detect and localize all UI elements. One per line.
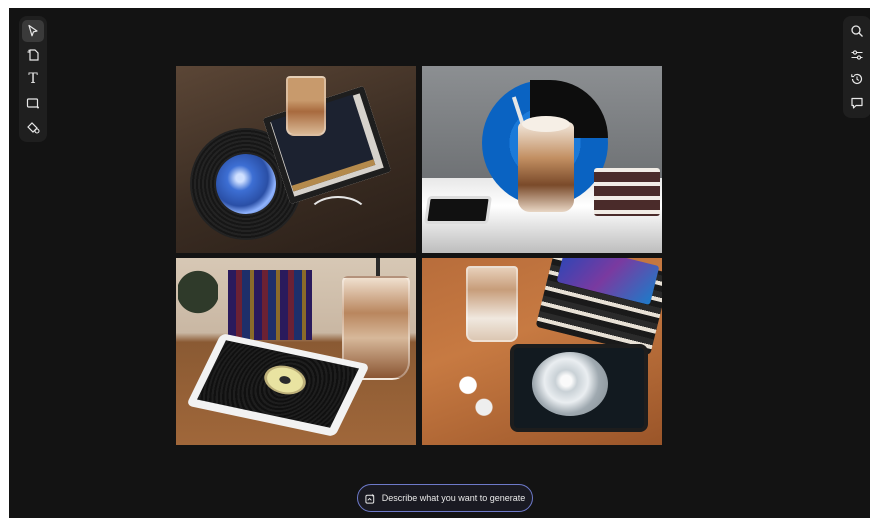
generated-image-3[interactable] bbox=[176, 258, 416, 445]
generate-prompt-button[interactable]: Describe what you want to generate bbox=[357, 484, 533, 512]
comments-button[interactable] bbox=[846, 92, 868, 114]
generated-image-2[interactable] bbox=[422, 66, 662, 253]
tablet bbox=[424, 196, 492, 224]
generated-image-grid bbox=[176, 66, 662, 445]
history-button[interactable] bbox=[846, 68, 868, 90]
book-stack bbox=[594, 168, 660, 216]
pointer-arrow-icon bbox=[28, 24, 38, 37]
sliders-icon bbox=[851, 50, 863, 60]
generated-image-1[interactable] bbox=[176, 66, 416, 253]
coffee-cup bbox=[286, 76, 326, 136]
comment-icon bbox=[851, 97, 863, 109]
generate-icon bbox=[365, 493, 375, 504]
prompt-label: Describe what you want to generate bbox=[381, 493, 526, 503]
book-row bbox=[228, 270, 312, 340]
earbuds bbox=[456, 372, 496, 416]
rectangle-icon bbox=[26, 98, 39, 109]
plant bbox=[178, 264, 218, 334]
earphone-cable bbox=[306, 196, 370, 240]
coffee-cup bbox=[518, 122, 574, 212]
generated-image-4[interactable] bbox=[422, 258, 662, 445]
fill-tool-button[interactable] bbox=[22, 116, 44, 138]
left-toolbar: T bbox=[19, 16, 47, 142]
search-button[interactable] bbox=[846, 20, 868, 42]
history-icon bbox=[851, 73, 863, 85]
select-tool-button[interactable] bbox=[22, 20, 44, 42]
paint-bucket-icon bbox=[27, 122, 40, 134]
right-toolbar bbox=[843, 16, 870, 118]
text-tool-icon: T bbox=[28, 71, 38, 87]
shape-tool-button[interactable] bbox=[22, 92, 44, 114]
record-label bbox=[216, 154, 276, 214]
search-icon bbox=[851, 25, 863, 37]
coffee-foam bbox=[522, 116, 570, 132]
image-gen-icon bbox=[27, 49, 39, 61]
swirl-artwork bbox=[532, 352, 608, 416]
text-tool-button[interactable]: T bbox=[22, 68, 44, 90]
adjustments-button[interactable] bbox=[846, 44, 868, 66]
coffee-cup bbox=[466, 266, 518, 342]
generate-image-tool-button[interactable] bbox=[22, 44, 44, 66]
